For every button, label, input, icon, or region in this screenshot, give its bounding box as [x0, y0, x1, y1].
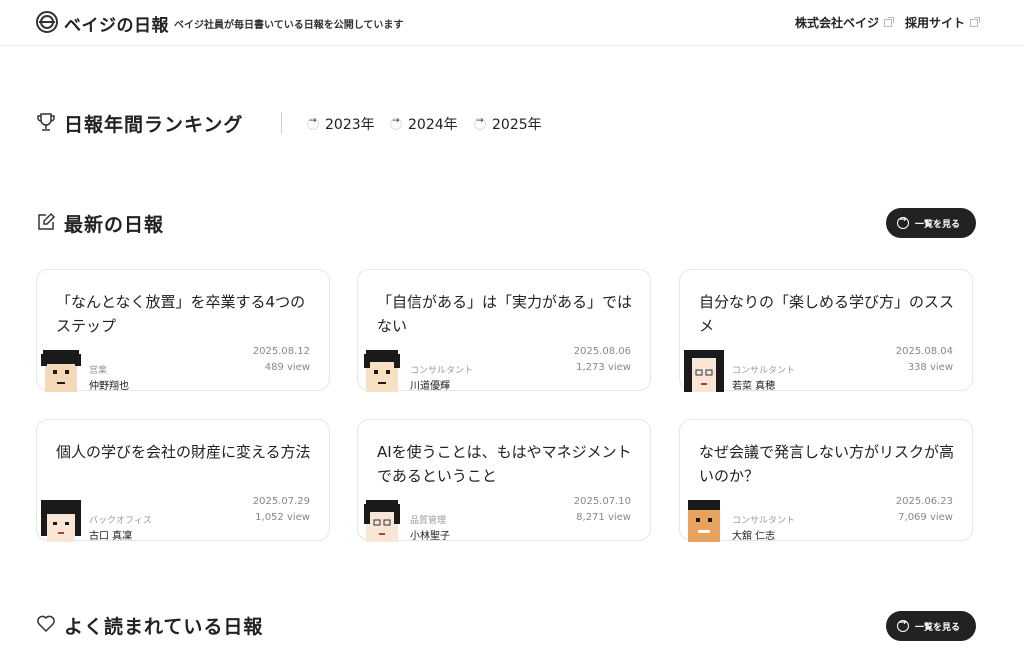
author-role: 営業 — [89, 366, 108, 376]
company-link[interactable]: 株式会社ベイジ — [795, 14, 895, 31]
divider — [281, 112, 282, 134]
avatar — [41, 350, 81, 392]
card-title: なぜ会議で発言しない方がリスクが高いのか？ — [699, 443, 955, 485]
card-views: 8,271 view — [576, 512, 631, 523]
view-all-label: 一覧を見る — [915, 219, 961, 230]
external-link-icon — [970, 16, 981, 27]
arrow-right-icon — [390, 116, 402, 130]
edit-icon — [38, 212, 56, 230]
author-name: 小林聖子 — [410, 531, 450, 542]
site-title[interactable]: ベイジの日報 — [64, 11, 169, 36]
card-title: 個人の学びを会社の財産に変える方法 — [56, 443, 311, 461]
report-card[interactable]: 「自信がある」は「実力がある」ではない 2025.08.06 1,273 vie… — [357, 269, 651, 392]
view-all-label: 一覧を見る — [915, 622, 961, 633]
card-date: 2025.07.10 — [573, 496, 631, 507]
latest-title: 最新の日報 — [64, 214, 165, 236]
card-views: 1,273 view — [576, 362, 631, 373]
card-title: AIを使うことは、もはやマネジメントであるということ — [377, 443, 632, 485]
recruit-link[interactable]: 採用サイト — [905, 14, 981, 31]
card-date: 2025.06.23 — [895, 496, 953, 507]
author-name: 大舘 仁志 — [732, 531, 776, 542]
arrow-right-icon — [307, 116, 319, 130]
recruit-link-label: 採用サイト — [905, 16, 966, 30]
year-link-2024[interactable]: 2024年 — [390, 114, 458, 134]
card-date: 2025.08.12 — [252, 346, 310, 357]
site-header: ベイジの日報 ベイジ社員が毎日書いている日報を公開しています 株式会社ベイジ 採… — [0, 0, 1024, 46]
arrow-right-icon — [897, 618, 909, 632]
latest-view-all-button[interactable]: 一覧を見る — [886, 208, 976, 238]
external-link-icon — [884, 16, 895, 27]
report-card[interactable]: なぜ会議で発言しない方がリスクが高いのか？ 2025.06.23 7,069 v… — [679, 419, 973, 542]
author-name: 川道優輝 — [410, 381, 450, 392]
card-views: 1,052 view — [255, 512, 310, 523]
year-label: 2025年 — [492, 117, 542, 133]
card-title: 「自信がある」は「実力がある」ではない — [377, 293, 633, 335]
report-card[interactable]: 自分なりの「楽しめる学び方」のススメ 2025.08.04 338 view コ… — [679, 269, 973, 392]
trophy-icon — [37, 113, 55, 131]
report-card[interactable]: 個人の学びを会社の財産に変える方法 2025.07.29 1,052 view … — [36, 419, 330, 542]
arrow-right-icon — [897, 215, 909, 229]
avatar — [688, 500, 720, 542]
card-date: 2025.08.04 — [895, 346, 953, 357]
card-views: 489 view — [264, 362, 310, 373]
card-title: 「なんとなく放置」を卒業する4つのステップ — [56, 293, 306, 335]
author-role: コンサルタント — [732, 366, 796, 376]
author-role: 品質管理 — [410, 516, 447, 526]
report-card[interactable]: 「なんとなく放置」を卒業する4つのステップ 2025.08.12 489 vie… — [36, 269, 330, 392]
card-views: 7,069 view — [898, 512, 953, 523]
heart-icon — [37, 615, 55, 633]
year-label: 2024年 — [408, 117, 458, 133]
avatar — [41, 500, 81, 542]
avatar — [684, 350, 724, 392]
year-label: 2023年 — [325, 117, 375, 133]
avatar — [364, 350, 400, 392]
popular-view-all-button[interactable]: 一覧を見る — [886, 611, 976, 641]
card-views: 338 view — [907, 362, 953, 373]
avatar — [364, 500, 400, 542]
year-link-2025[interactable]: 2025年 — [474, 114, 542, 134]
author-name: 仲野翔也 — [89, 381, 129, 392]
site-tagline: ベイジ社員が毎日書いている日報を公開しています — [174, 20, 404, 31]
year-link-2023[interactable]: 2023年 — [307, 114, 375, 134]
author-name: 若菜 真穂 — [732, 381, 776, 392]
popular-title: よく読まれている日報 — [64, 616, 264, 638]
ranking-title: 日報年間ランキング — [64, 114, 244, 136]
author-role: コンサルタント — [410, 366, 474, 376]
author-name: 古口 真凜 — [89, 531, 133, 542]
company-link-label: 株式会社ベイジ — [795, 16, 880, 30]
arrow-right-icon — [474, 116, 486, 130]
author-role: コンサルタント — [732, 516, 796, 526]
card-title: 自分なりの「楽しめる学び方」のススメ — [699, 293, 955, 335]
card-date: 2025.08.06 — [573, 346, 631, 357]
report-card[interactable]: AIを使うことは、もはやマネジメントであるということ 2025.07.10 8,… — [357, 419, 651, 542]
logo-icon[interactable] — [36, 8, 58, 36]
card-date: 2025.07.29 — [252, 496, 310, 507]
author-role: バックオフィス — [89, 516, 152, 526]
